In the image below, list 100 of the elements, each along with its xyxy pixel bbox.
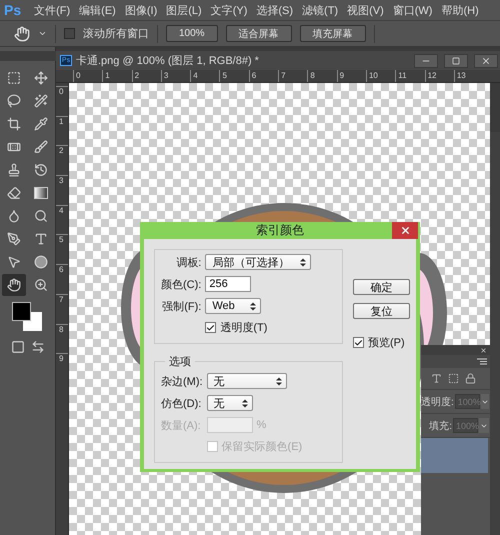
move-icon <box>34 71 48 85</box>
checkbox[interactable] <box>64 28 75 39</box>
gradient-icon <box>34 187 48 199</box>
type-icon[interactable] <box>431 373 442 384</box>
menu-item[interactable]: 图层(L) <box>166 2 202 18</box>
menu-item[interactable]: 选择(S) <box>256 2 294 18</box>
eraser-icon <box>7 186 21 200</box>
fill-label: 填充: <box>429 420 452 432</box>
stepper-icon <box>276 376 282 386</box>
menu-item[interactable]: 滤镜(T) <box>302 2 338 18</box>
menu-item[interactable]: 帮助(H) <box>441 2 479 18</box>
hand-icon[interactable] <box>14 26 30 42</box>
matte-select[interactable]: 无 <box>206 373 287 389</box>
magic-wand-icon <box>34 94 48 108</box>
ruler-label: 12 <box>424 70 454 82</box>
type-icon <box>34 232 48 246</box>
document-title: 卡通.png @ 100% (图层 1, RGB/8#) * <box>76 54 260 68</box>
ruler-label: 10 <box>366 70 396 82</box>
close-icon <box>400 225 410 236</box>
tool-button[interactable] <box>2 274 26 296</box>
ruler-label: 1 <box>102 70 132 82</box>
close-button[interactable] <box>392 222 418 239</box>
dialog-title: 索引颜色 <box>256 222 304 239</box>
ruler-label: 3 <box>160 70 190 82</box>
menu-item[interactable]: 图像(I) <box>124 2 158 18</box>
field-label: 颜色(C): <box>161 278 202 292</box>
lasso-icon <box>7 94 21 108</box>
maximize-icon <box>452 56 460 64</box>
ruler-label: 13 <box>454 70 484 82</box>
dropdown-button[interactable] <box>480 394 489 409</box>
ruler-label: 0 <box>56 86 68 116</box>
crop-icon <box>7 117 21 131</box>
ruler-label: 5 <box>56 234 68 264</box>
ruler-label: 9 <box>56 353 68 383</box>
panel-grip[interactable] <box>0 51 56 61</box>
checkbox-label: 透明度(T) <box>220 320 268 335</box>
minimize-button[interactable] <box>414 54 438 68</box>
menu-item[interactable]: 编辑(E) <box>79 2 116 18</box>
group-title: 选项 <box>168 355 192 369</box>
unit-label: % <box>256 419 266 431</box>
dialog-button[interactable]: 复位 <box>353 303 410 319</box>
ruler-label: 11 <box>395 70 425 82</box>
zoom-icon <box>34 278 48 292</box>
palette-select[interactable]: 局部（可选择） <box>205 254 312 270</box>
stamp-icon <box>7 163 21 177</box>
field-label: 仿色(D): <box>161 396 202 410</box>
zoom-option-button[interactable]: 适合屏幕 <box>226 25 292 42</box>
field-label: 强制(F): <box>162 300 202 314</box>
field-label: 数量(A): <box>161 418 201 432</box>
ruler-label: 9 <box>336 70 366 82</box>
close-button[interactable] <box>474 54 498 68</box>
field-label: 调板: <box>176 256 202 270</box>
bandage-icon <box>7 140 21 154</box>
checkbox-label: 滚动所有窗口 <box>83 26 149 41</box>
checkbox[interactable] <box>353 337 364 348</box>
colors-input[interactable]: 256 <box>205 276 252 292</box>
stepper-icon <box>242 398 248 408</box>
menu-icon[interactable] <box>477 358 487 365</box>
close-icon[interactable] <box>480 346 487 354</box>
ruler-label: 6 <box>248 70 278 82</box>
stepper-icon <box>250 302 256 310</box>
dither-select[interactable]: 无 <box>206 395 253 411</box>
zoom-option-button[interactable]: 填充屏幕 <box>300 25 366 42</box>
screen-mode-icon[interactable] <box>30 340 44 354</box>
maximize-button[interactable] <box>444 54 468 68</box>
app-logo: Ps <box>4 2 22 18</box>
menu-item[interactable]: 窗口(W) <box>392 2 432 18</box>
close-icon <box>481 56 491 66</box>
checkbox-label: 预览(P) <box>368 336 405 350</box>
transform-icon[interactable] <box>448 373 459 384</box>
arrow-pointer-icon <box>7 255 21 269</box>
eyedropper-icon <box>34 117 48 131</box>
forced-select[interactable]: Web <box>205 298 262 314</box>
ruler-label: 8 <box>307 70 337 82</box>
lock-icon[interactable] <box>465 373 476 384</box>
dodge-icon <box>34 209 48 223</box>
zoom-option-button[interactable]: 100% <box>166 25 218 42</box>
brush-icon <box>34 140 48 154</box>
pen-icon <box>7 232 21 246</box>
ruler-label: 7 <box>278 70 308 82</box>
menu-item[interactable]: 视图(V) <box>347 2 384 18</box>
marquee-icon <box>7 71 21 85</box>
menu-item[interactable]: 文件(F) <box>34 2 70 18</box>
quick-mask-icon[interactable] <box>10 340 24 354</box>
ruler-label: 2 <box>56 145 68 176</box>
scrollbar[interactable] <box>490 132 500 535</box>
checkbox-label: 保留实际颜色(E) <box>222 440 302 454</box>
field-label: 杂边(M): <box>161 374 203 388</box>
ruler-label: 3 <box>56 175 68 205</box>
opacity-label: 透明度: <box>421 396 454 408</box>
ruler-label: 5 <box>219 70 249 82</box>
ruler-label: 6 <box>56 264 68 294</box>
ruler-label: 4 <box>56 204 68 234</box>
ellipse-icon <box>34 255 48 269</box>
checkbox[interactable] <box>205 322 216 333</box>
menu-item[interactable]: 文字(Y) <box>210 2 248 18</box>
ruler-label: 0 <box>73 70 102 82</box>
ruler-label: 1 <box>56 116 68 146</box>
caret-icon[interactable] <box>38 29 47 38</box>
dialog-button[interactable]: 确定 <box>353 279 410 295</box>
